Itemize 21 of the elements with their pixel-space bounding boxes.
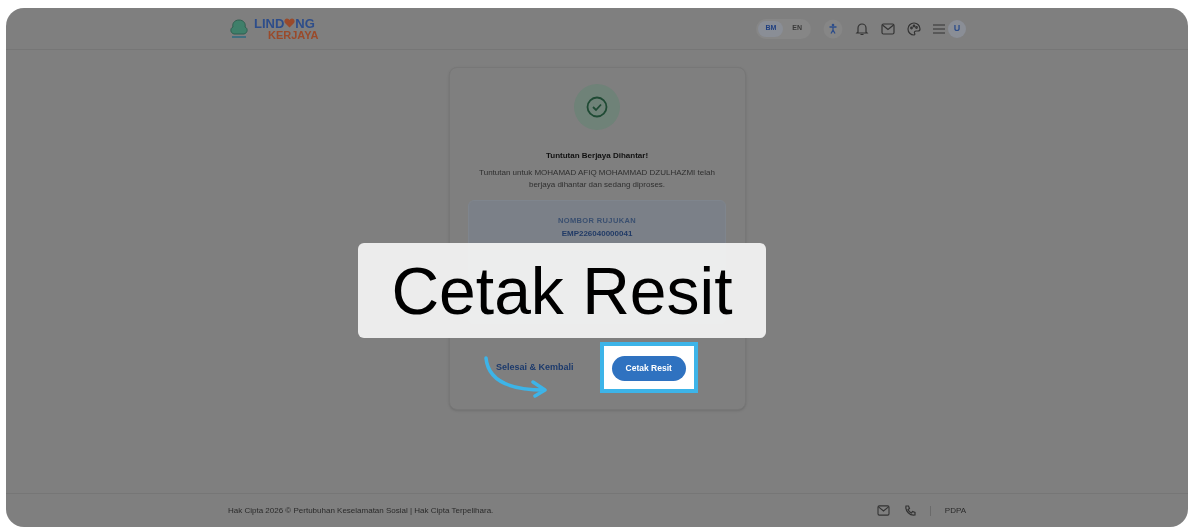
logo-subtitle: KERJAYA xyxy=(267,29,319,41)
accessibility-icon[interactable] xyxy=(823,18,843,39)
phone-icon[interactable] xyxy=(903,504,916,517)
user-avatar[interactable]: U xyxy=(948,19,966,38)
mail-icon[interactable] xyxy=(876,505,890,516)
reference-number: EMP226040000041 xyxy=(561,228,633,241)
logo-icon xyxy=(228,17,250,40)
pdpa-link[interactable]: PDPA xyxy=(944,504,966,517)
print-receipt-button[interactable]: Cetak Resit xyxy=(611,355,686,381)
copyright-text: Hak Cipta 2026 © Pertubuhan Keselamatan Sosial | Hak Cipta Terpelihara. xyxy=(228,504,494,517)
success-title: Tuntutan Berjaya Dihantar! xyxy=(545,150,649,162)
mail-icon[interactable] xyxy=(881,22,895,35)
heart-icon xyxy=(284,18,296,28)
success-message: Tuntutan untuk MOHAMAD AFIQ MOHAMMAD DZULHAZMI telah berjaya dihantar dan sedang diproses. xyxy=(478,167,716,191)
menu-icon[interactable] xyxy=(933,23,945,34)
bell-icon[interactable] xyxy=(855,21,869,36)
palette-icon[interactable] xyxy=(907,21,921,36)
logo-title: LIND NG xyxy=(254,16,316,30)
finish-link[interactable]: Selesai & Kembali xyxy=(496,360,574,375)
success-check-icon xyxy=(574,84,620,130)
tutorial-callout: Cetak Resit xyxy=(358,243,766,338)
